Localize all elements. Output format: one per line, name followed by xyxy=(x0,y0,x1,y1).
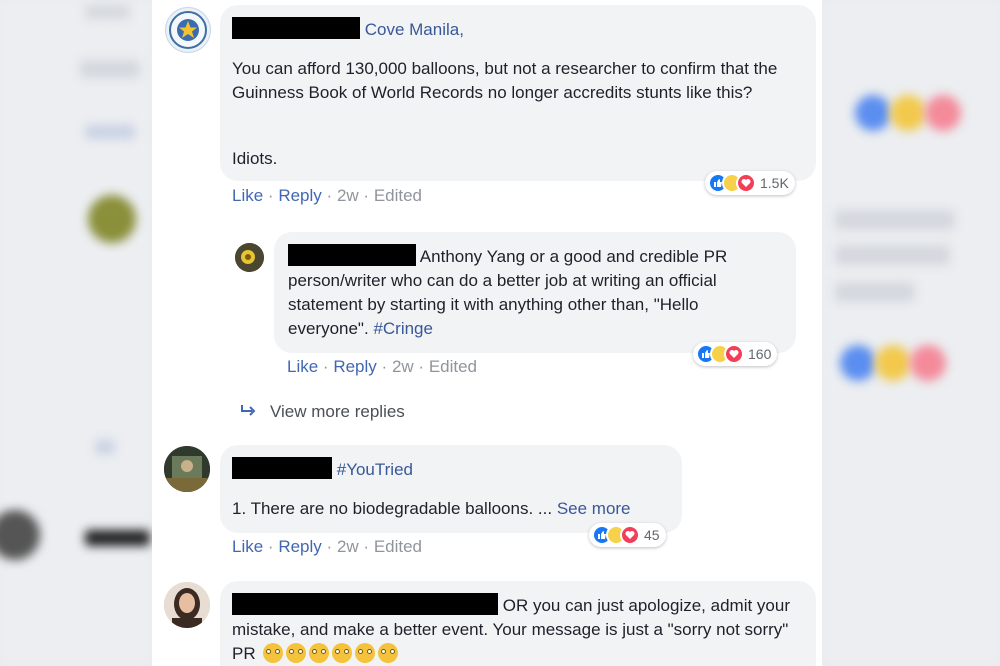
blurred-text xyxy=(95,440,115,454)
avatar[interactable] xyxy=(165,7,211,53)
reaction-count: 1.5K xyxy=(760,175,789,191)
blurred-text xyxy=(80,60,140,78)
blurred-text xyxy=(85,125,135,139)
blurred-background-left xyxy=(0,0,152,666)
redacted-name xyxy=(232,457,332,479)
avatar[interactable] xyxy=(164,446,210,492)
redacted-name xyxy=(232,593,498,615)
redacted-name xyxy=(288,244,416,266)
blurred-reaction xyxy=(875,345,911,381)
avatar[interactable] xyxy=(164,582,210,628)
timestamp[interactable]: 2w xyxy=(337,537,359,556)
see-more-link[interactable]: See more xyxy=(557,499,631,518)
redacted-name xyxy=(232,17,360,39)
rolling-eyes-emoji-icon xyxy=(309,643,330,663)
timestamp[interactable]: 2w xyxy=(392,357,414,376)
comment-actions: Like · Reply · 2w · Edited xyxy=(232,186,423,205)
photo-avatar-icon xyxy=(164,446,210,492)
rolling-eyes-emoji-icon xyxy=(355,643,376,663)
reply-link[interactable]: Reply xyxy=(278,537,321,556)
comment-text: Idiots. xyxy=(232,149,278,168)
reactions-summary[interactable]: 160 xyxy=(693,342,778,366)
reply-arrow-icon xyxy=(241,405,256,416)
love-reaction-icon xyxy=(736,173,756,193)
like-link[interactable]: Like xyxy=(232,537,263,556)
blurred-reaction xyxy=(840,345,876,381)
rolling-eyes-emoji-icon xyxy=(286,643,307,663)
reactions-summary[interactable]: 1.5K xyxy=(705,171,795,195)
reply-bubble: Anthony Yang or a good and credible PR p… xyxy=(274,232,796,353)
reaction-count: 160 xyxy=(748,346,772,362)
comments-panel: Cove Manila, You can afford 130,000 ball… xyxy=(152,0,822,666)
blurred-reaction xyxy=(855,95,891,131)
hashtag-link[interactable]: #Cringe xyxy=(373,319,433,338)
person-avatar-icon xyxy=(164,582,210,628)
comment-actions: Like · Reply · 2w · Edited xyxy=(232,537,423,556)
blurred-reaction xyxy=(890,95,926,131)
blurred-reaction xyxy=(910,345,946,381)
edited-label[interactable]: Edited xyxy=(374,186,422,205)
flower-avatar-icon xyxy=(235,243,264,272)
like-link[interactable]: Like xyxy=(232,186,263,205)
rolling-eyes-emoji-icon xyxy=(378,643,399,663)
blurred-text xyxy=(835,282,915,302)
blurred-reaction xyxy=(925,95,961,131)
view-more-replies-link[interactable]: View more replies xyxy=(240,402,405,422)
love-reaction-icon xyxy=(724,344,744,364)
comment-actions: Like · Reply · 2w · Edited xyxy=(287,357,478,376)
like-link[interactable]: Like xyxy=(287,357,318,376)
rolling-eyes-emoji-icon xyxy=(332,643,353,663)
blurred-text xyxy=(85,5,130,19)
reply-link[interactable]: Reply xyxy=(333,357,376,376)
blurred-text xyxy=(85,530,150,546)
blurred-text xyxy=(835,210,955,230)
comment-bubble: #YouTried 1. There are no biodegradable … xyxy=(220,445,682,533)
reaction-count: 45 xyxy=(644,527,660,543)
comment-text: You can afford 130,000 balloons, but not… xyxy=(232,59,778,102)
comment-bubble: Cove Manila, You can afford 130,000 ball… xyxy=(220,5,816,181)
edited-label[interactable]: Edited xyxy=(374,537,422,556)
edited-label[interactable]: Edited xyxy=(429,357,477,376)
emoji-row xyxy=(260,643,399,663)
comment-text: 1. There are no biodegradable balloons. … xyxy=(232,499,553,518)
rolling-eyes-emoji-icon xyxy=(263,643,284,663)
blurred-text xyxy=(835,245,950,265)
hashtag-link[interactable]: #YouTried xyxy=(337,460,413,479)
blurred-avatar xyxy=(88,195,136,243)
reply-link[interactable]: Reply xyxy=(278,186,321,205)
reactions-summary[interactable]: 45 xyxy=(589,523,666,547)
timestamp[interactable]: 2w xyxy=(337,186,359,205)
comment-bubble: OR you can just apologize, admit your mi… xyxy=(220,581,816,666)
avatar[interactable] xyxy=(235,243,264,272)
tagged-page-link[interactable]: Cove Manila, xyxy=(365,20,464,39)
seal-avatar-icon xyxy=(169,11,207,49)
love-reaction-icon xyxy=(620,525,640,545)
